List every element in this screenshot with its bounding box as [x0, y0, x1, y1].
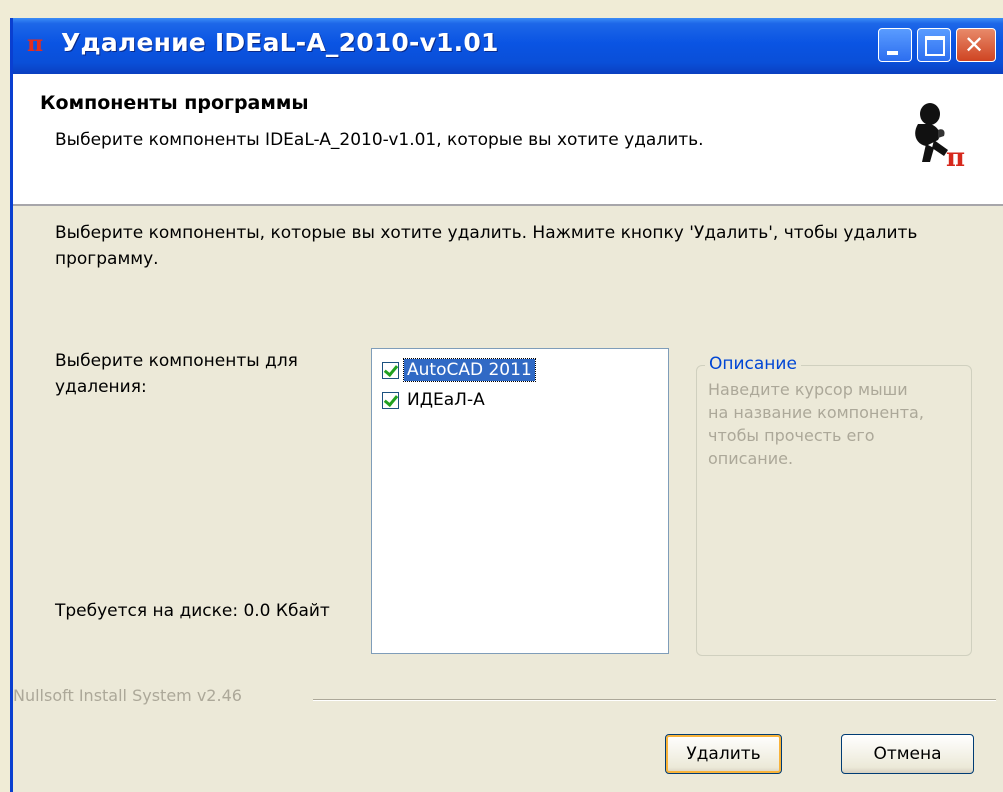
- close-icon: ✕: [964, 31, 985, 59]
- remove-button[interactable]: Удалить: [665, 734, 782, 774]
- close-button[interactable]: ✕: [956, 28, 996, 62]
- maximize-button[interactable]: [917, 28, 951, 62]
- page-title: Компоненты программы: [40, 92, 309, 114]
- components-list[interactable]: AutoCAD 2011 ИДЕаЛ-А: [371, 348, 669, 654]
- svg-text:π: π: [946, 143, 965, 170]
- description-text: Наведите курсор мыши на название компоне…: [708, 380, 924, 468]
- checkbox-checked-icon[interactable]: [382, 361, 399, 379]
- title-bar[interactable]: π Удаление IDEaL-A_2010-v1.01 ✕: [13, 18, 1003, 74]
- header-band: Компоненты программы Выберите компоненты…: [13, 74, 1003, 206]
- list-item[interactable]: ИДЕаЛ-А: [382, 387, 488, 413]
- minimize-button[interactable]: [878, 28, 912, 62]
- thinker-logo-icon: π: [915, 103, 965, 170]
- cancel-button[interactable]: Отмена: [841, 734, 974, 774]
- choose-components-label: Выберите компоненты для удаления:: [55, 351, 298, 397]
- disk-space-label: Требуется на диске: 0.0 Кбайт: [55, 601, 330, 621]
- nsis-branding: Nullsoft Install System v2.46: [13, 686, 242, 705]
- checkbox-checked-icon[interactable]: [382, 391, 399, 409]
- list-item[interactable]: AutoCAD 2011: [382, 357, 536, 383]
- page-subtitle: Выберите компоненты IDEaL-A_2010-v1.01, …: [55, 130, 704, 150]
- component-label[interactable]: ИДЕаЛ-А: [404, 389, 488, 411]
- pi-app-icon: π: [27, 31, 44, 57]
- uninstaller-window: π Удаление IDEaL-A_2010-v1.01 ✕ Компонен…: [10, 18, 1003, 792]
- window-title: Удаление IDEaL-A_2010-v1.01: [61, 28, 499, 57]
- intro-text: Выберите компоненты, которые вы хотите у…: [55, 223, 918, 269]
- divider: [313, 699, 996, 701]
- component-label[interactable]: AutoCAD 2011: [403, 358, 536, 382]
- description-legend: Описание: [705, 354, 801, 374]
